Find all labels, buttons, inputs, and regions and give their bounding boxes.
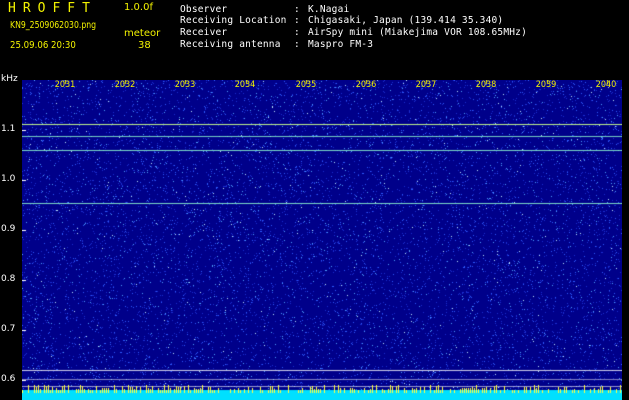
mode-label: meteor [124,28,161,39]
x-tick-label: 2033 [174,80,196,90]
x-tick-label: 2037 [415,80,437,90]
y-tick-label: 0.7 [1,324,16,334]
info-antenna: Receiving antenna: Maspro FM-3 [180,39,373,50]
info-separator: : [294,27,300,38]
y-tick-label: 1.0 [1,174,16,184]
y-tick-label: 1.1 [1,124,16,134]
info-receiver: Receiver: AirSpy mini (Miakejima VOR 108.… [180,27,527,38]
y-tick-label: 0.6 [1,374,16,384]
x-tick-label: 2032 [114,80,136,90]
info-separator: : [294,39,300,50]
hrofft-window: HROFFT 1.0.0f KN9_2509062030.png meteor … [0,0,629,400]
info-location: Receiving Location: Chigasaki, Japan (139… [180,15,503,26]
spectrogram-canvas [22,80,622,400]
y-axis-unit: kHz [1,74,18,84]
meteor-count: 38 [138,40,151,51]
y-tick-label: 0.8 [1,274,16,284]
x-tick-label: 2036 [355,80,377,90]
info-value: Maspro FM-3 [308,39,374,50]
app-version: 1.0.0f [124,2,153,13]
info-observer: Observer: K.Nagai [180,4,349,15]
info-separator: : [294,4,300,15]
x-tick-label: 2039 [535,80,557,90]
info-label: Receiver [180,27,228,38]
x-tick-label: 2034 [234,80,256,90]
info-label: Observer [180,4,228,15]
info-label: Receiving Location [180,15,287,26]
info-value: AirSpy mini (Miakejima VOR 108.65MHz) [308,27,528,38]
info-label: Receiving antenna [180,39,281,50]
info-value: K.Nagai [308,4,350,15]
app-title: HROFFT [8,1,97,16]
y-tick-label: 0.9 [1,224,16,234]
x-tick-label: 2031 [54,80,76,90]
info-value: Chigasaki, Japan (139.414 35.340) [308,15,504,26]
info-separator: : [294,15,300,26]
x-tick-label: 2035 [295,80,317,90]
x-tick-label: 2038 [475,80,497,90]
x-tick-label: 2040 [595,80,617,90]
file-name: KN9_2509062030.png [10,20,97,31]
capture-datetime: 25.09.06 20:30 [10,40,76,51]
